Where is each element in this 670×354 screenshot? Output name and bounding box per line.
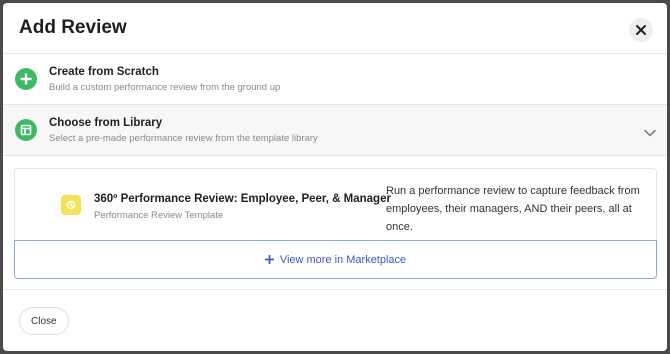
- close-button[interactable]: Close: [19, 307, 69, 335]
- template-layout-icon: [15, 119, 37, 141]
- view-marketplace-button[interactable]: View more in Marketplace: [14, 240, 657, 279]
- template-subtitle: Performance Review Template: [94, 210, 224, 221]
- choose-from-library-option[interactable]: Choose from Library Select a pre-made pe…: [3, 105, 667, 156]
- modal-footer: Close: [3, 289, 667, 351]
- review-template-icon: [61, 195, 81, 215]
- template-library-panel: 360º Performance Review: Employee, Peer,…: [14, 168, 657, 279]
- modal-header: Add Review: [3, 3, 667, 54]
- marketplace-label: View more in Marketplace: [279, 253, 407, 266]
- template-title: 360º Performance Review: Employee, Peer,…: [94, 193, 391, 205]
- option-subtitle: Build a custom performance review from t…: [49, 81, 281, 93]
- plus-circle-icon: [15, 68, 37, 90]
- template-description: Run a performance review to capture feed…: [386, 185, 640, 233]
- template-list-item[interactable]: 360º Performance Review: Employee, Peer,…: [15, 169, 656, 240]
- modal-title: Add Review: [19, 17, 127, 38]
- option-subtitle: Select a pre-made performance review fro…: [49, 132, 318, 144]
- plus-icon: [264, 255, 274, 264]
- add-review-modal: Add Review Create from Scratch Build a c…: [3, 3, 667, 351]
- chevron-down-icon[interactable]: [644, 124, 656, 142]
- option-title: Choose from Library: [49, 116, 163, 129]
- option-title: Create from Scratch: [49, 65, 159, 78]
- close-icon[interactable]: [629, 18, 653, 42]
- create-from-scratch-option[interactable]: Create from Scratch Build a custom perfo…: [3, 54, 667, 105]
